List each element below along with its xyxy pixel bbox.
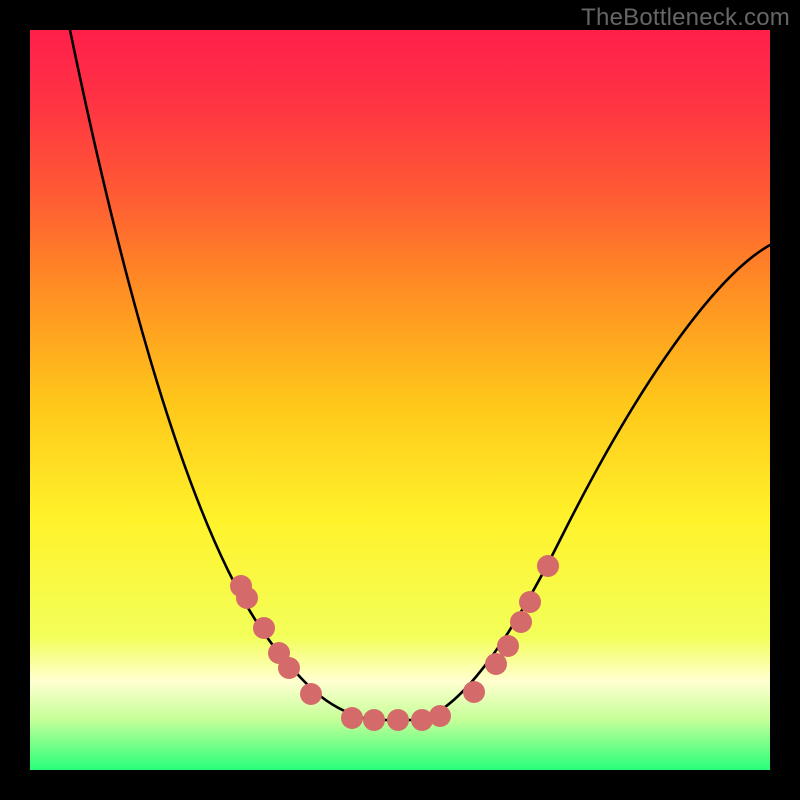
datapoint (387, 709, 409, 731)
datapoint (429, 705, 451, 727)
datapoint (236, 587, 258, 609)
datapoint (300, 683, 322, 705)
datapoint (341, 707, 363, 729)
datapoint (510, 611, 532, 633)
datapoint (463, 681, 485, 703)
datapoint (253, 617, 275, 639)
watermark-text: TheBottleneck.com (581, 4, 790, 32)
datapoint (363, 709, 385, 731)
datapoint (497, 635, 519, 657)
datapoint (278, 657, 300, 679)
bottleneck-curve (0, 0, 800, 800)
datapoint (519, 591, 541, 613)
datapoint (537, 555, 559, 577)
